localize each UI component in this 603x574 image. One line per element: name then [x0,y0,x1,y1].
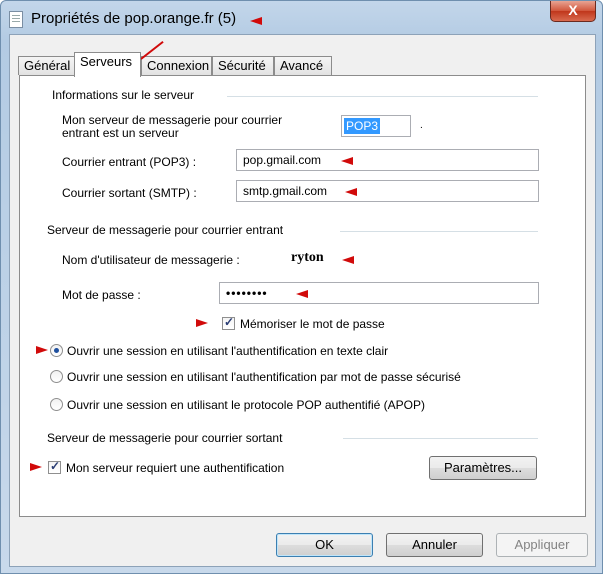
auth-apop-label[interactable]: Ouvrir une session en utilisant le proto… [67,398,425,412]
incoming-type-label-line2: entrant est un serveur [62,126,179,140]
incoming-type-label-line1: Mon serveur de messagerie pour courrier [62,113,283,127]
auth-secure-password-radio[interactable] [50,370,63,383]
annotation-arrow-icon [250,17,262,25]
outgoing-server-group-label: Serveur de messagerie pour courrier sort… [47,431,283,445]
password-value: •••••••• [226,286,268,300]
incoming-server-input[interactable]: pop.gmail.com [236,149,539,171]
username-value: ryton [291,250,324,265]
title-bar[interactable]: Propriétés de pop.orange.fr (5) X [1,1,602,35]
username-label: Nom d'utilisateur de messagerie : [62,253,240,267]
tab-serveurs[interactable]: Serveurs [74,52,141,77]
separator [227,96,538,97]
outgoing-server-value: smtp.gmail.com [243,184,328,198]
tab-general[interactable]: Général [18,56,76,75]
window-title: Propriétés de pop.orange.fr (5) [31,10,237,27]
tab-avance[interactable]: Avancé [274,56,332,75]
annotation-arrow-icon [342,256,354,264]
dot-mark: . [420,120,423,131]
incoming-type-value: POP3 [344,118,381,134]
annotation-arrow-icon [30,463,42,471]
mail-account-icon [9,11,23,28]
settings-button[interactable]: Paramètres... [429,456,537,480]
server-info-group-label: Informations sur le serveur [52,88,195,102]
outgoing-server-label: Courrier sortant (SMTP) : [62,186,197,200]
incoming-server-value: pop.gmail.com [243,153,322,167]
separator [340,231,538,232]
annotation-arrow-icon [341,157,353,165]
ok-button[interactable]: OK [276,533,373,557]
incoming-type-field[interactable]: POP3 [341,115,411,137]
auth-required-checkbox[interactable] [48,459,61,474]
password-label: Mot de passe : [62,288,141,302]
remember-password-label[interactable]: Mémoriser le mot de passe [240,317,385,331]
annotation-arrow-icon [345,188,357,196]
password-input[interactable]: •••••••• [219,282,539,304]
incoming-server-group-label: Serveur de messagerie pour courrier entr… [47,223,284,237]
annotation-arrow-icon [36,346,48,354]
incoming-server-label: Courrier entrant (POP3) : [62,155,197,169]
tab-connexion[interactable]: Connexion [141,56,212,75]
close-button[interactable]: X [550,1,596,22]
tab-securite[interactable]: Sécurité [212,56,274,75]
annotation-arrow-icon [296,290,308,298]
auth-apop-radio[interactable] [50,398,63,411]
separator [343,438,538,439]
auth-required-label[interactable]: Mon serveur requiert une authentificatio… [66,461,284,475]
auth-clear-text-radio[interactable] [50,344,63,357]
username-input[interactable]: ryton [284,247,539,269]
outgoing-server-input[interactable]: smtp.gmail.com [236,180,539,202]
auth-secure-password-label[interactable]: Ouvrir une session en utilisant l'authen… [67,370,461,384]
annotation-arrow-icon [196,319,208,327]
auth-clear-text-label[interactable]: Ouvrir une session en utilisant l'authen… [67,344,388,358]
remember-password-checkbox[interactable] [222,315,235,330]
cancel-button[interactable]: Annuler [386,533,483,557]
apply-button[interactable]: Appliquer [496,533,588,557]
